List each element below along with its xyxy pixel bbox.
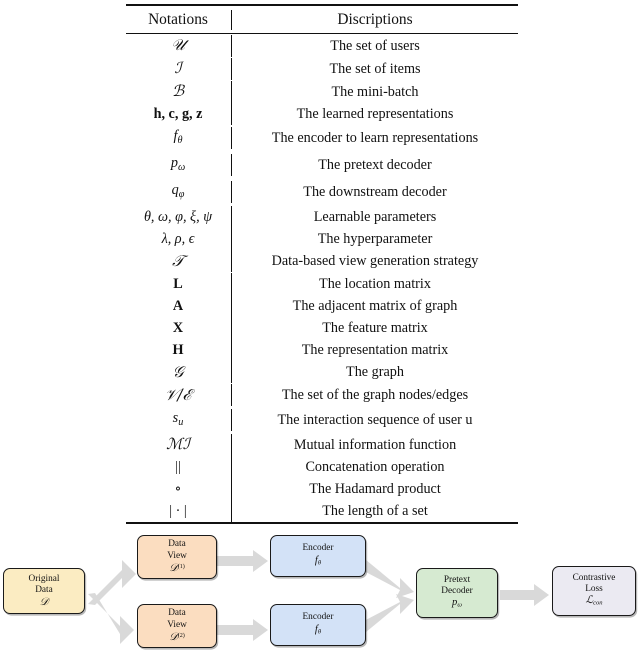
notation-symbol: ℬ <box>171 82 185 100</box>
node-data-view-2: Data View 𝒟(2) <box>137 604 217 648</box>
notation-symbol: H <box>172 341 184 358</box>
node-line-1: Encoder <box>302 543 334 554</box>
table-row: ℳℐ Mutual information function <box>126 433 518 456</box>
node-symbol: pω <box>452 597 462 610</box>
table-row: ℬ The mini-batch <box>126 80 518 103</box>
arrow-encoder1-to-decoder <box>360 560 414 598</box>
notation-symbol: 𝒢 <box>172 362 184 381</box>
notation-symbol: qφ <box>171 181 185 200</box>
table-row: θ, ω, φ, ξ, ψ Learnable parameters <box>126 205 518 228</box>
notation-description: The graph <box>346 364 404 381</box>
node-line-2: View <box>167 550 187 561</box>
notation-symbol: pω <box>170 154 186 173</box>
notation-symbol: ℐ <box>174 59 182 77</box>
notation-symbol: 𝒰 <box>171 36 185 54</box>
arrow-encoder2-to-decoder <box>360 594 414 632</box>
notation-rows: 𝒰 The set of users ℐ The set of items ℬ The m… <box>126 34 518 523</box>
notation-description: The hyperparameter <box>317 230 433 247</box>
table-row: λ, ρ, ϵ The hyperparameter <box>126 227 518 250</box>
node-line-2: View <box>167 619 187 630</box>
table-row: A The adjacent matrix of graph <box>126 294 518 317</box>
table-row: 𝒯 Data-based view generation strategy <box>126 250 518 273</box>
notation-description: Data-based view generation strategy <box>271 253 479 270</box>
notation-description: The representation matrix <box>301 341 449 358</box>
notation-description: The pretext decoder <box>318 157 432 174</box>
notation-symbol: 𝒯 <box>172 251 184 270</box>
notation-symbol: ∘ <box>174 481 182 498</box>
notation-description: The feature matrix <box>322 319 428 336</box>
arrow-view1-to-encoder1 <box>216 550 268 572</box>
node-original-data: Original Data 𝒟 <box>3 568 85 614</box>
notation-description: The learned representations <box>296 106 454 122</box>
pipeline-diagram: Original Data 𝒟 Data View 𝒟(1) Data View 𝒟(2) Enc… <box>0 508 640 656</box>
table-row: pω The pretext decoder <box>126 152 518 179</box>
notation-symbol: θ, ω, φ, ξ, ψ <box>143 208 213 225</box>
node-pretext-decoder: Pretext Decoder pω <box>416 568 498 618</box>
table-header-row: Notations Discriptions <box>126 6 518 33</box>
notation-symbol: 𝒱/ℰ <box>164 385 192 404</box>
notation-description: Learnable parameters <box>313 208 437 225</box>
header-descriptions: Discriptions <box>337 10 413 28</box>
table-row: 𝒰 The set of users <box>126 34 518 57</box>
node-line-1: Data <box>168 608 186 619</box>
node-symbol: fθ <box>314 554 322 567</box>
node-symbol: ℒcon <box>585 594 603 608</box>
notation-description: The adjacent matrix of graph <box>292 297 458 314</box>
table-row: h, c, g, z The learned representations <box>126 103 518 125</box>
node-line-1: Encoder <box>302 612 334 623</box>
node-symbol: 𝒟(2) <box>169 631 185 644</box>
node-line-1: Data <box>168 539 186 550</box>
notation-description: Concatenation operation <box>305 459 445 476</box>
node-encoder-1: Encoder fθ <box>270 535 366 577</box>
arrow-original-to-view2 <box>88 593 134 644</box>
node-line-1: Contrastive <box>572 572 616 583</box>
notation-symbol: λ, ρ, ϵ <box>161 230 195 247</box>
notation-symbol: X <box>172 319 184 336</box>
table-row: su The interaction sequence of user u <box>126 407 518 434</box>
notation-symbol: || <box>175 459 181 476</box>
notation-description: The mini-batch <box>331 83 419 100</box>
notation-description: The Hadamard product <box>309 481 441 498</box>
notation-symbol: su <box>172 409 184 428</box>
node-line-1: Original <box>28 573 60 584</box>
node-encoder-2: Encoder fθ <box>270 604 366 646</box>
notation-description: The downstream decoder <box>303 184 447 201</box>
table-row: qφ The downstream decoder <box>126 179 518 206</box>
node-symbol: fθ <box>314 623 322 636</box>
notation-description: The set of users <box>330 37 420 54</box>
notation-description: The encoder to learn representations <box>271 130 479 147</box>
table-row: X The feature matrix <box>126 316 518 339</box>
notation-table-grid: Notations Discriptions <box>126 6 518 33</box>
table-row: 𝒱/ℰ The set of the graph nodes/edges <box>126 384 518 407</box>
node-line-1: Pretext <box>443 574 471 585</box>
header-notations: Notations <box>148 10 208 28</box>
table-row: || Concatenation operation <box>126 456 518 479</box>
table-row: ℐ The set of items <box>126 57 518 80</box>
notation-description: The interaction sequence of user u <box>277 412 473 428</box>
table-row: ∘ The Hadamard product <box>126 478 518 501</box>
table-row: H The representation matrix <box>126 338 518 361</box>
notation-description: The location matrix <box>319 275 431 292</box>
node-data-view-1: Data View 𝒟(1) <box>137 535 217 579</box>
node-line-2: Decoder <box>441 585 473 596</box>
notation-description: The set of the graph nodes/edges <box>281 387 469 404</box>
notation-symbol: h, c, g, z <box>153 106 203 122</box>
notation-description: The set of items <box>329 60 421 77</box>
notation-symbol: fθ <box>173 128 183 146</box>
notation-description: Mutual information function <box>293 436 457 453</box>
arrow-decoder-to-loss <box>500 584 549 606</box>
table-row: 𝒢 The graph <box>126 361 518 384</box>
node-symbol: 𝒟 <box>39 595 49 608</box>
arrow-view2-to-encoder2 <box>216 619 268 641</box>
notation-symbol: ℳℐ <box>166 435 190 454</box>
node-contrastive-loss: Contrastive Loss ℒcon <box>552 566 636 616</box>
table-row: L The location matrix <box>126 272 518 295</box>
notation-symbol: L <box>173 275 183 292</box>
notation-symbol: A <box>172 297 184 314</box>
node-symbol: 𝒟(1) <box>169 562 185 575</box>
table-row: fθ The encoder to learn representations <box>126 125 518 152</box>
notation-table: Notations Discriptions 𝒰 The set of users… <box>126 4 518 525</box>
